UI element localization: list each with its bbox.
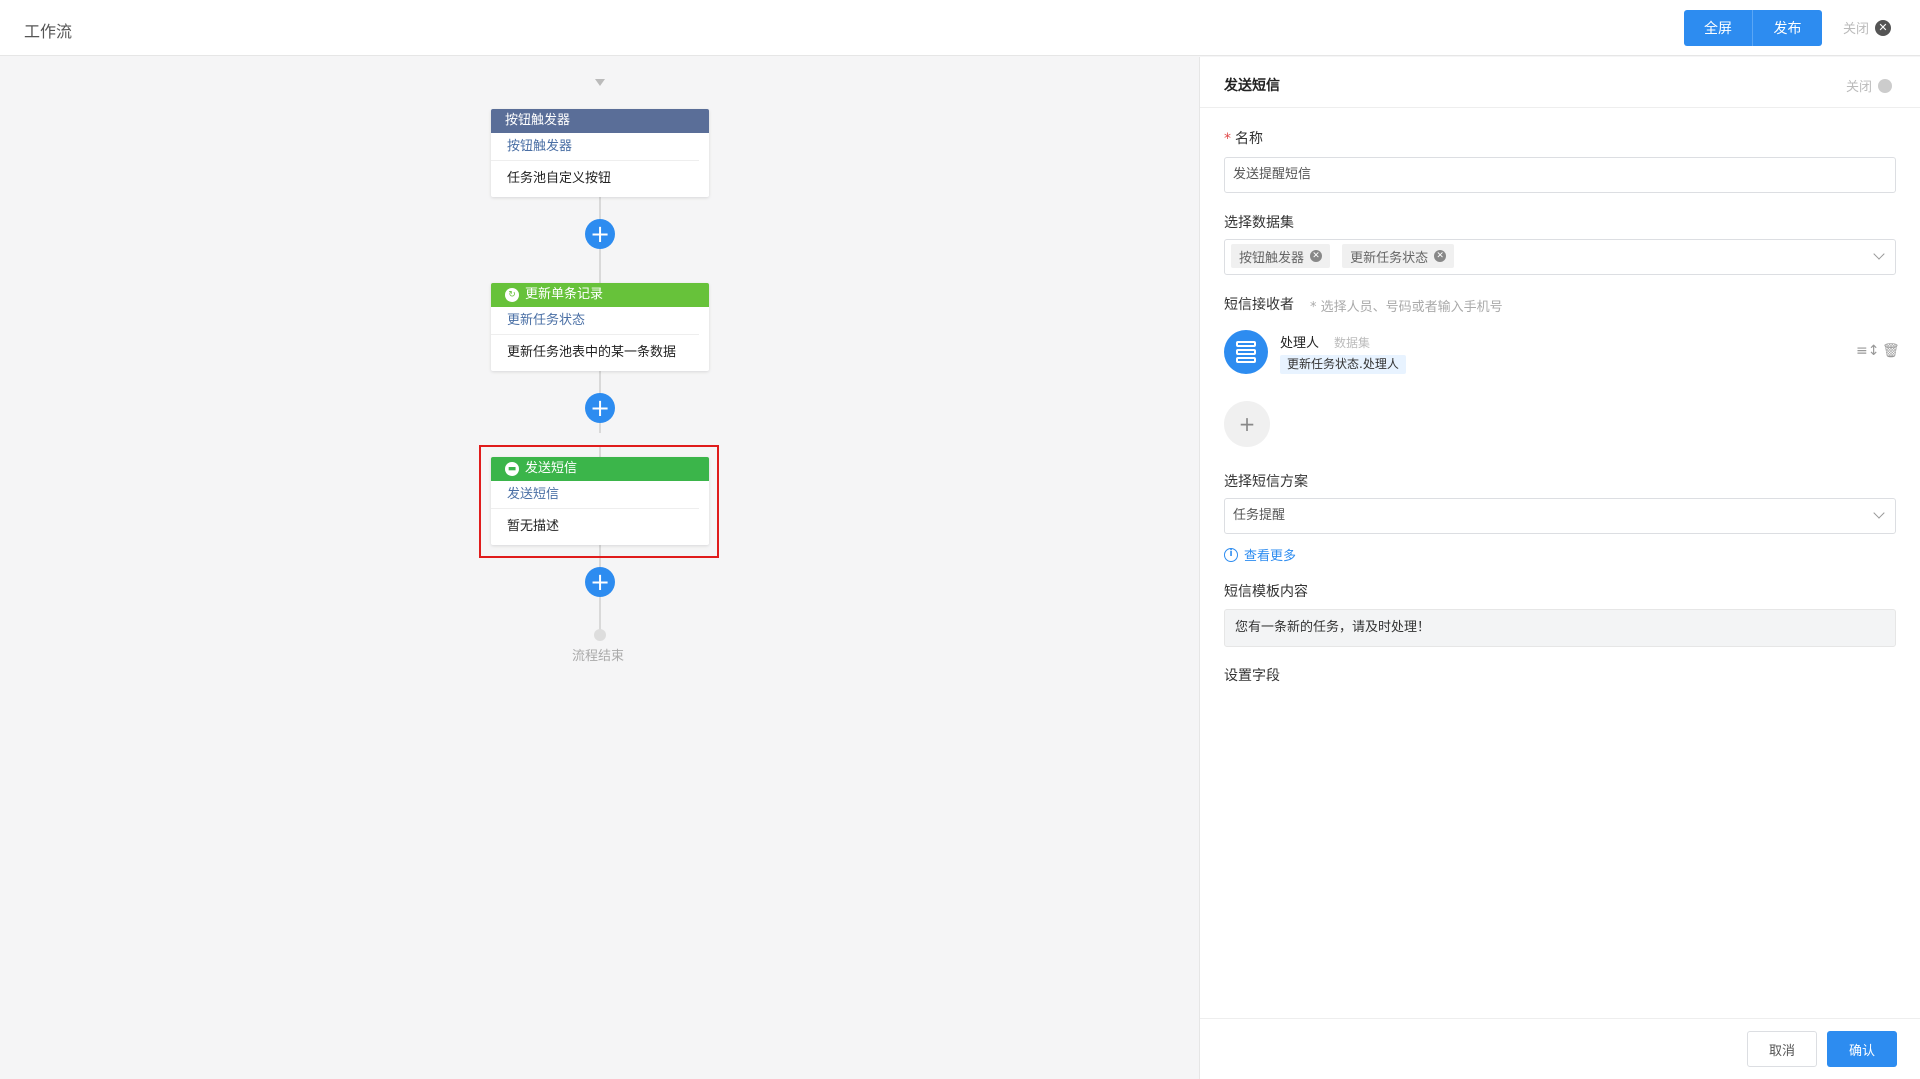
window-close-button[interactable]: 关闭 ✕ (1843, 18, 1892, 37)
template-content[interactable]: 您有一条新的任务，请及时处理！ (1224, 609, 1896, 647)
panel-header: 发送短信 关闭 (1200, 57, 1920, 108)
node-title: 发送短信 (525, 461, 578, 476)
node-subtitle: 按钮触发器 (491, 133, 699, 161)
info-icon: i (1224, 547, 1238, 562)
name-input[interactable]: 发送提醒短信 (1224, 157, 1896, 193)
remove-tag-icon[interactable]: ✕ (1434, 250, 1447, 262)
node-header: ↻ 更新单条记录 (491, 283, 709, 307)
add-recipient-button[interactable]: + (1224, 401, 1270, 447)
scheme-label: 选择短信方案 (1224, 474, 1308, 490)
confirm-button[interactable]: 确认 (1827, 1031, 1897, 1067)
node-title: 更新单条记录 (525, 287, 604, 302)
fullscreen-button[interactable]: 全屏 (1684, 10, 1753, 46)
panel-close-button[interactable]: 关闭 (1846, 76, 1893, 95)
node-header: 按钮触发器 (491, 109, 709, 133)
node-header: ▬ 发送短信 (491, 457, 709, 481)
cancel-button[interactable]: 取消 (1747, 1031, 1817, 1067)
refresh-icon: ↻ (505, 288, 519, 302)
view-more-link[interactable]: i 查看更多 (1224, 545, 1296, 564)
dataset-tag: 按钮触发器 ✕ (1231, 244, 1331, 268)
node-description: 任务池自定义按钮 (507, 171, 612, 186)
message-icon: ▬ (505, 462, 519, 476)
close-icon: ✕ (1875, 19, 1892, 36)
dataset-tag: 更新任务状态 ✕ (1342, 244, 1455, 268)
chevron-down-icon (1873, 248, 1885, 260)
recipient-type: 数据集 (1334, 336, 1371, 350)
panel-title: 发送短信 (1224, 78, 1280, 94)
flow-canvas: 按钮触发器 按钮触发器 任务池自定义按钮 + ↻ 更新单条记录 更新任务状态 更… (0, 57, 1198, 1079)
close-icon (1878, 78, 1893, 93)
flow-node-button-trigger[interactable]: 按钮触发器 按钮触发器 任务池自定义按钮 (491, 109, 709, 197)
window-close-label: 关闭 (1843, 22, 1870, 37)
panel-footer: 取消 确认 (1200, 1018, 1920, 1079)
template-label: 短信模板内容 (1224, 584, 1308, 600)
node-settings-panel: 发送短信 关闭 * 名称 发送提醒短信 选择数据集 按钮触发器 ✕ 更新任务状态 ✕ … (1199, 57, 1920, 1079)
flow-end-dot (594, 629, 606, 641)
toolbar-button-group: 全屏 发布 (1684, 10, 1822, 46)
database-icon (1224, 330, 1268, 374)
sort-icon[interactable]: ≡↕ (1856, 343, 1879, 359)
fields-label: 设置字段 (1224, 668, 1280, 684)
remove-tag-icon[interactable]: ✕ (1310, 250, 1323, 262)
recipient-field-chip: 更新任务状态.处理人 (1280, 355, 1406, 374)
node-description: 暂无描述 (507, 519, 560, 534)
view-more-label: 查看更多 (1244, 549, 1297, 564)
flow-node-send-sms[interactable]: ▬ 发送短信 发送短信 暂无描述 (491, 457, 709, 545)
app-title: 工作流 (24, 22, 73, 41)
panel-close-label: 关闭 (1846, 80, 1873, 95)
trash-icon[interactable]: 🗑 (1882, 343, 1900, 359)
dataset-label: 选择数据集 (1224, 215, 1294, 231)
arrow-down-icon (595, 79, 605, 86)
flow-node-update-record[interactable]: ↻ 更新单条记录 更新任务状态 更新任务池表中的某一条数据 (491, 283, 709, 371)
recipient-hint: * 选择人员、号码或者输入手机号 (1310, 300, 1503, 315)
recipient-name: 处理人 (1280, 336, 1320, 351)
node-description: 更新任务池表中的某一条数据 (507, 345, 677, 360)
dataset-select[interactable]: 按钮触发器 ✕ 更新任务状态 ✕ (1224, 239, 1896, 275)
node-subtitle: 发送短信 (491, 481, 699, 509)
chevron-down-icon (1873, 507, 1885, 519)
add-node-button[interactable]: + (585, 393, 615, 423)
scheme-value: 任务提醒 (1233, 508, 1286, 523)
node-subtitle: 更新任务状态 (491, 307, 699, 335)
scheme-select[interactable]: 任务提醒 (1224, 498, 1896, 534)
flow-end-label: 流程结束 (572, 649, 625, 664)
name-label: * 名称 (1224, 131, 1263, 147)
add-node-button[interactable]: + (585, 219, 615, 249)
node-title: 按钮触发器 (505, 113, 571, 128)
publish-button[interactable]: 发布 (1753, 10, 1822, 46)
add-node-button[interactable]: + (585, 567, 615, 597)
recipient-label: 短信接收者 (1224, 297, 1294, 313)
top-bar: 工作流 全屏 发布 关闭 ✕ (0, 0, 1920, 56)
